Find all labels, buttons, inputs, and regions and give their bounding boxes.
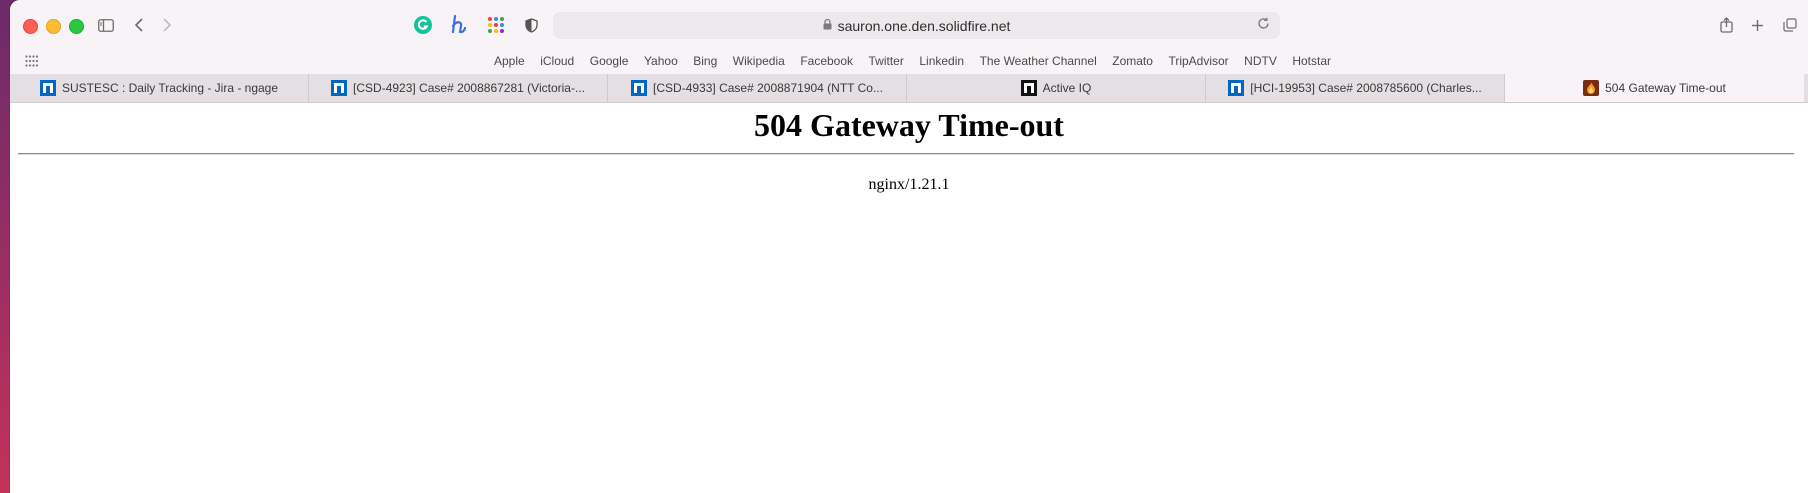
fire-icon [1583, 80, 1600, 96]
reload-icon[interactable] [1257, 17, 1270, 33]
forward-icon[interactable] [157, 15, 177, 35]
favorites-grid-icon[interactable] [25, 54, 39, 68]
tab-csd-4933[interactable]: [CSD-4933] Case# 2008871904 (NTT Co... [608, 74, 907, 102]
tab-sustesc-jira[interactable]: SUSTESC : Daily Tracking - Jira - ngage [10, 74, 309, 102]
favorite-linkedin[interactable]: Linkedin [919, 54, 964, 68]
maximize-window-button[interactable] [69, 19, 84, 34]
favorite-yahoo[interactable]: Yahoo [644, 54, 678, 68]
tab-title: [HCI-19953] Case# 2008785600 (Charles... [1250, 81, 1482, 95]
favorite-apple[interactable]: Apple [494, 54, 525, 68]
divider [18, 153, 1794, 155]
page-content: 504 Gateway Time-out nginx/1.21.1 [10, 103, 1808, 493]
netapp-icon [1228, 80, 1245, 96]
tab-bar: SUSTESC : Daily Tracking - Jira - ngage … [10, 74, 1808, 103]
tab-title: [CSD-4933] Case# 2008871904 (NTT Co... [653, 81, 883, 95]
sidebar-toggle-icon[interactable] [96, 15, 116, 35]
favorite-weather-channel[interactable]: The Weather Channel [980, 54, 1097, 68]
page-title: 504 Gateway Time-out [754, 107, 1064, 143]
favorite-tripadvisor[interactable]: TripAdvisor [1168, 54, 1228, 68]
window-controls [23, 19, 84, 34]
tab-title: [CSD-4923] Case# 2008867281 (Victoria-..… [353, 81, 585, 95]
minimize-window-button[interactable] [46, 19, 61, 34]
server-signature: nginx/1.21.1 [868, 176, 950, 193]
tab-hci-19953[interactable]: [HCI-19953] Case# 2008785600 (Charles... [1206, 74, 1505, 102]
favorite-zomato[interactable]: Zomato [1112, 54, 1153, 68]
tab-active-iq[interactable]: Active IQ [907, 74, 1206, 102]
back-icon[interactable] [129, 15, 149, 35]
grammarly-icon[interactable] [412, 14, 434, 36]
share-icon[interactable] [1716, 15, 1736, 35]
netapp-icon [631, 80, 648, 96]
favorite-google[interactable]: Google [590, 54, 629, 68]
tab-title: SUSTESC : Daily Tracking - Jira - ngage [61, 81, 279, 95]
url-text: sauron.one.den.solidfire.net [837, 17, 1011, 34]
netapp-icon [331, 80, 348, 96]
tab-overview-icon[interactable] [1780, 15, 1800, 35]
favorite-icloud[interactable]: iCloud [540, 54, 574, 68]
favorites-bar: Apple iCloud Google Yahoo Bing Wikipedia… [10, 48, 1808, 74]
favorite-ndtv[interactable]: NDTV [1244, 54, 1277, 68]
honey-icon[interactable] [448, 14, 470, 36]
address-bar[interactable]: sauron.one.den.solidfire.net [553, 12, 1280, 39]
lock-icon [823, 18, 832, 33]
favorite-hotstar[interactable]: Hotstar [1292, 54, 1331, 68]
favorite-wikipedia[interactable]: Wikipedia [733, 54, 785, 68]
tab-title: 504 Gateway Time-out [1605, 81, 1726, 95]
close-window-button[interactable] [23, 19, 38, 34]
favorites-list: Apple iCloud Google Yahoo Bing Wikipedia… [494, 48, 1347, 74]
tab-504-gateway[interactable]: 504 Gateway Time-out [1505, 74, 1804, 102]
tab-title: Active IQ [1042, 81, 1092, 95]
favorite-facebook[interactable]: Facebook [800, 54, 853, 68]
netapp-black-icon [1020, 80, 1037, 96]
netapp-icon [39, 80, 56, 96]
privacy-shield-icon[interactable] [520, 14, 542, 36]
favorite-twitter[interactable]: Twitter [869, 54, 904, 68]
tab-csd-4923[interactable]: [CSD-4923] Case# 2008867281 (Victoria-..… [309, 74, 608, 102]
new-tab-icon[interactable] [1747, 15, 1767, 35]
favorite-bing[interactable]: Bing [693, 54, 717, 68]
apps-launcher-icon[interactable] [485, 14, 507, 36]
browser-toolbar: sauron.one.den.solidfire.net [10, 0, 1808, 50]
browser-window: sauron.one.den.solidfire.net Apple iClou… [10, 0, 1808, 493]
